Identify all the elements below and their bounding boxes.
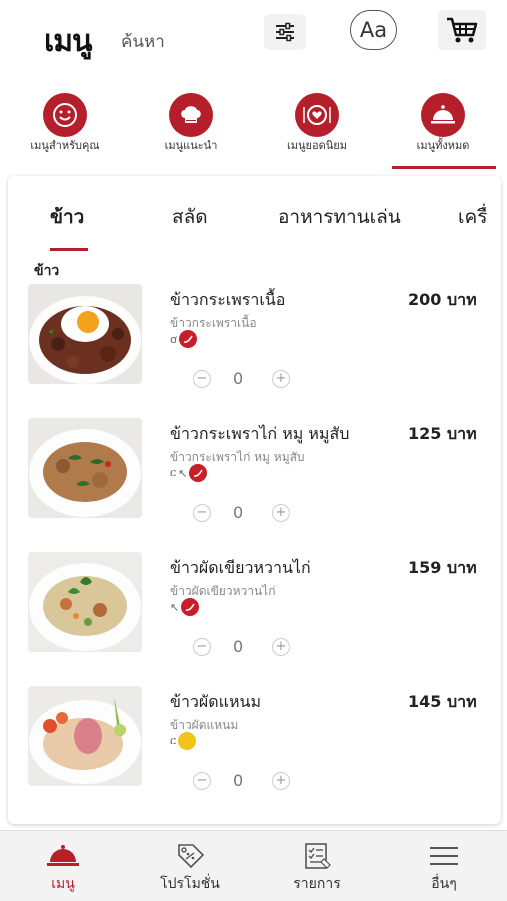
sliders-icon	[276, 22, 294, 42]
decrease-quantity-button[interactable]: −	[193, 370, 211, 388]
item-price: 125 บาท	[408, 424, 477, 443]
item-name: ข้าวกระเพราเนื้อ	[170, 290, 286, 309]
increase-quantity-button[interactable]: +	[272, 638, 290, 656]
decrease-quantity-button[interactable]: −	[193, 772, 211, 790]
garlic-icon: ơ	[170, 332, 177, 346]
chili-icon	[178, 330, 197, 348]
nav-label: รายการ	[293, 876, 341, 892]
increase-quantity-button[interactable]: +	[272, 370, 290, 388]
heart-plate-icon	[303, 105, 331, 125]
dish-photo	[28, 686, 142, 786]
item-name: ข้าวกระเพราไก่ หมู หมูสับ	[170, 424, 350, 443]
category-label: เมนูทั้งหมด	[416, 139, 470, 152]
menu-item[interactable]: ข้าวกระเพราไก่ หมู หมูสับ 125 บาท ข้าวกร…	[8, 418, 501, 552]
bottom-navigation: เมนู โปรโมชั่น รายการ อื่นๆ	[0, 830, 507, 901]
menu-card: ข้าว สลัด อาหารทานเล่น เครื่ ข้าว ข้าวกร…	[8, 176, 501, 824]
tab-drinks[interactable]: เครื่	[458, 202, 487, 232]
decrease-quantity-button[interactable]: −	[193, 504, 211, 522]
chicken-icon: ር	[170, 734, 177, 747]
basil-icon: ↖	[170, 600, 180, 614]
nav-label: อื่นๆ	[431, 876, 457, 892]
category-label: เมนูสำหรับคุณ	[30, 139, 100, 152]
chicken-icon: ር	[170, 466, 177, 479]
category-tabs: เมนูสำหรับคุณ เมนูแนะนำ เมนูยอดนิยม เมนู…	[0, 88, 507, 172]
nav-more[interactable]: อื่นๆ	[381, 831, 507, 901]
item-tags: ር ↖	[170, 464, 208, 482]
item-tags: ơ	[170, 330, 197, 348]
menu-item[interactable]: ข้าวผัดเขียวหวานไก่ 159 บาท ข้าวผัดเขียว…	[8, 552, 501, 686]
category-recommended[interactable]: เมนูแนะนำ	[136, 88, 246, 172]
item-name: ข้าวผัดแหนม	[170, 692, 262, 711]
nav-menu[interactable]: เมนู	[0, 831, 126, 901]
shopping-cart-icon	[447, 17, 478, 43]
menu-item[interactable]: ข้าวกระเพราเนื้อ 200 บาท ข้าวกระเพราเนื้…	[8, 284, 501, 418]
tab-salad[interactable]: สลัด	[172, 202, 208, 232]
quantity-value: 0	[233, 503, 244, 522]
nav-orders[interactable]: รายการ	[254, 831, 380, 901]
item-name: ข้าวผัดเขียวหวานไก่	[170, 558, 311, 577]
cloche-icon	[431, 105, 455, 124]
active-subtab-indicator	[50, 248, 88, 251]
chef-hat-icon	[181, 106, 201, 123]
quantity-value: 0	[233, 771, 244, 790]
quantity-value: 0	[233, 637, 244, 656]
coupon-icon	[178, 844, 205, 869]
search-link[interactable]: ค้นหา	[121, 28, 165, 55]
chili-icon	[189, 464, 208, 482]
menu-item[interactable]: ข้าวผัดแหนม 145 บาท ข้าวผัดแหนม ር − 0 +	[8, 686, 501, 820]
chili-icon	[181, 598, 200, 616]
checklist-icon	[305, 843, 331, 869]
dish-photo	[28, 552, 142, 652]
smile-icon	[53, 103, 77, 127]
cloche-icon	[47, 845, 79, 866]
category-popular[interactable]: เมนูยอดนิยม	[262, 88, 372, 172]
item-price: 145 บาท	[408, 692, 477, 711]
header: เมนู ค้นหา Aa	[0, 0, 507, 80]
decrease-quantity-button[interactable]: −	[193, 638, 211, 656]
nav-label: โปรโมชั่น	[160, 876, 220, 892]
cart-button[interactable]	[438, 10, 486, 50]
hamburger-menu-icon	[430, 847, 458, 865]
increase-quantity-button[interactable]: +	[272, 772, 290, 790]
quantity-value: 0	[233, 369, 244, 388]
category-label: เมนูแนะนำ	[164, 139, 218, 152]
subcategory-tabs: ข้าว สลัด อาหารทานเล่น เครื่	[8, 196, 501, 251]
increase-quantity-button[interactable]: +	[272, 504, 290, 522]
basil-icon: ↖	[178, 466, 188, 480]
section-title: ข้าว	[34, 263, 60, 279]
nav-promotion[interactable]: โปรโมชั่น	[127, 831, 253, 901]
dish-photo	[28, 418, 142, 518]
dish-photo	[28, 284, 142, 384]
tab-rice[interactable]: ข้าว	[50, 202, 84, 232]
active-category-indicator	[392, 166, 496, 169]
category-label: เมนูยอดนิยม	[287, 139, 347, 152]
mild-level-icon	[178, 732, 197, 750]
item-price: 200 บาท	[408, 290, 477, 309]
item-tags: ↖	[170, 598, 200, 616]
item-price: 159 บาท	[408, 558, 477, 577]
nav-label: เมนู	[51, 876, 75, 892]
filter-button[interactable]	[264, 14, 306, 50]
category-for-you[interactable]: เมนูสำหรับคุณ	[10, 88, 120, 172]
font-size-button[interactable]: Aa	[350, 10, 397, 50]
category-all[interactable]: เมนูทั้งหมด	[388, 88, 498, 172]
page-title: เมนู	[44, 24, 93, 59]
tab-appetizer[interactable]: อาหารทานเล่น	[278, 202, 401, 232]
item-tags: ር	[170, 732, 197, 750]
font-size-icon: Aa	[359, 18, 388, 42]
